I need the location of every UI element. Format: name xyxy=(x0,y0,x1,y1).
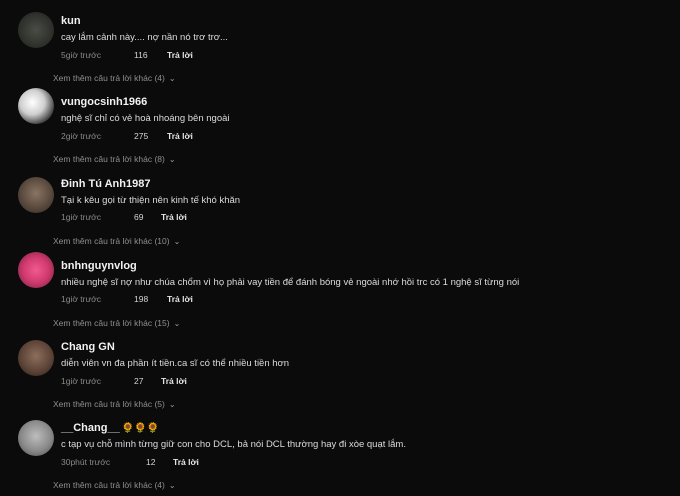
view-more-label: Xem thêm câu trả lời khác (10) xyxy=(53,236,170,246)
like-count[interactable]: 116 xyxy=(134,50,148,60)
view-more-replies[interactable]: Xem thêm câu trả lời khác (10) ⌄ xyxy=(53,236,180,246)
comment-text: cay lắm cảnh này.... nợ nần nó trơ trơ..… xyxy=(61,32,228,43)
like-count[interactable]: 27 xyxy=(134,376,143,386)
avatar[interactable] xyxy=(18,420,54,456)
avatar[interactable] xyxy=(18,12,54,48)
reply-button[interactable]: Trả lời xyxy=(167,50,193,60)
comment-text: Tại k kêu gọi từ thiện nên kinh tế khó k… xyxy=(61,195,241,206)
comment-time: 30phút trước xyxy=(61,457,111,467)
view-more-replies[interactable]: Xem thêm câu trả lời khác (4) ⌄ xyxy=(53,480,176,490)
chevron-down-icon: ⌄ xyxy=(168,400,176,409)
chevron-down-icon: ⌄ xyxy=(173,319,181,328)
like-count[interactable]: 275 xyxy=(134,131,148,141)
reply-button[interactable]: Trả lời xyxy=(173,457,199,467)
chevron-down-icon: ⌄ xyxy=(173,237,181,246)
reply-button[interactable]: Trả lời xyxy=(167,294,193,304)
comment-time: 2giờ trước xyxy=(61,131,101,141)
comment-username-text: __Chang__ xyxy=(61,422,120,434)
like-count[interactable]: 12 xyxy=(146,457,155,467)
comment-username[interactable]: Đinh Tú Anh1987 xyxy=(61,178,150,190)
view-more-replies[interactable]: Xem thêm câu trả lời khác (5) ⌄ xyxy=(53,399,176,409)
view-more-replies[interactable]: Xem thêm câu trả lời khác (4) ⌄ xyxy=(53,73,176,83)
comment-text: nghệ sĩ chỉ có vẻ hoà nhoáng bên ngoài xyxy=(61,113,230,124)
avatar[interactable] xyxy=(18,340,54,376)
like-count[interactable]: 69 xyxy=(134,212,143,222)
avatar[interactable] xyxy=(18,177,54,213)
comment-username[interactable]: kun xyxy=(61,15,81,27)
reply-button[interactable]: Trả lời xyxy=(161,212,187,222)
comment-username[interactable]: Chang GN xyxy=(61,341,115,353)
like-count[interactable]: 198 xyxy=(134,294,148,304)
view-more-label: Xem thêm câu trả lời khác (4) xyxy=(53,480,165,490)
comment-text: diễn viên vn đa phần ít tiền.ca sĩ có th… xyxy=(61,358,290,369)
comment-time: 1giờ trước xyxy=(61,376,101,386)
chevron-down-icon: ⌄ xyxy=(168,481,176,490)
view-more-label: Xem thêm câu trả lời khác (15) xyxy=(53,318,170,328)
sunflower-emoji-icon: 🌻🌻🌻 xyxy=(121,423,160,434)
chevron-down-icon: ⌄ xyxy=(168,74,176,83)
avatar[interactable] xyxy=(18,252,54,288)
comment-username[interactable]: bnhnguynvlog xyxy=(61,260,137,272)
view-more-replies[interactable]: Xem thêm câu trả lời khác (15) ⌄ xyxy=(53,318,180,328)
comment-username[interactable]: __Chang__ 🌻🌻🌻 xyxy=(61,422,159,434)
comment-text: c tạp vụ chỗ mình từng giữ con cho DCL, … xyxy=(61,439,406,450)
comment-username[interactable]: vungocsinh1966 xyxy=(61,96,147,108)
comment-time: 1giờ trước xyxy=(61,212,101,222)
view-more-label: Xem thêm câu trả lời khác (5) xyxy=(53,399,165,409)
comment-time: 5giờ trước xyxy=(61,50,101,60)
reply-button[interactable]: Trả lời xyxy=(167,131,193,141)
view-more-replies[interactable]: Xem thêm câu trả lời khác (8) ⌄ xyxy=(53,154,176,164)
view-more-label: Xem thêm câu trả lời khác (8) xyxy=(53,154,165,164)
avatar[interactable] xyxy=(18,88,54,124)
chevron-down-icon: ⌄ xyxy=(168,155,176,164)
reply-button[interactable]: Trả lời xyxy=(161,376,187,386)
comment-text: nhiều nghệ sĩ nợ như chúa chổm vì họ phả… xyxy=(61,277,520,288)
view-more-label: Xem thêm câu trả lời khác (4) xyxy=(53,73,165,83)
comment-time: 1giờ trước xyxy=(61,294,101,304)
